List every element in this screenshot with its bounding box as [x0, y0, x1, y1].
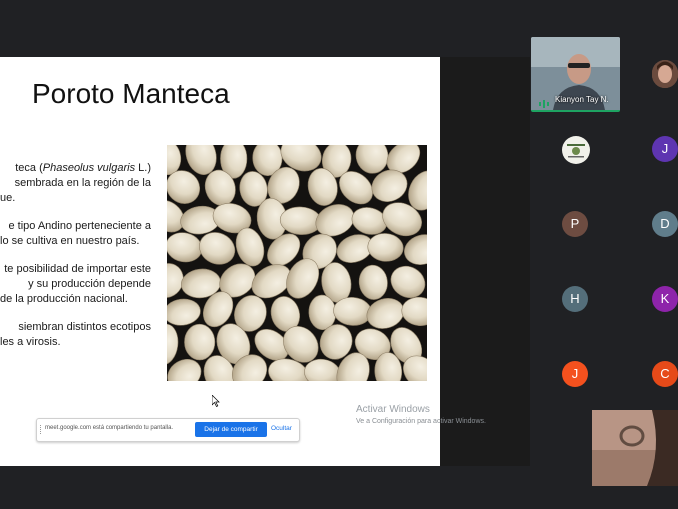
participant-avatar[interactable]: J — [562, 361, 588, 387]
mouse-cursor-icon — [211, 394, 220, 412]
avatar-letter: J — [571, 366, 579, 381]
speaker-name: Kianyon Tay N. — [555, 95, 609, 104]
beans-image — [167, 145, 427, 381]
slide-text-line: de la producción nacional. — [0, 293, 128, 305]
slide-text-line: lo se cultiva en nuestro país. — [0, 235, 140, 247]
slide-text-line: les a virosis. — [0, 336, 61, 348]
self-video-tile[interactable] — [592, 410, 678, 486]
speaker-tile[interactable]: Kianyon Tay N. — [531, 37, 620, 112]
avatar-letter: H — [570, 291, 580, 306]
participant-avatar[interactable]: P — [562, 211, 588, 237]
stage-dark-area — [440, 57, 530, 466]
avatar-letter: C — [660, 366, 670, 381]
participant-avatar[interactable]: C — [652, 361, 678, 387]
audio-level-icon — [539, 95, 549, 108]
screen-share-bar: meet.google.com está compartiendo tu pan… — [36, 418, 300, 442]
slide-text-fragment: teca ( — [15, 162, 43, 174]
stop-sharing-button[interactable]: Dejar de compartir — [195, 422, 267, 437]
slide-text-line: siembran distintos ecotipos — [18, 321, 151, 333]
participant-avatar[interactable]: K — [652, 286, 678, 312]
slide-text-line: teca (Phaseolus vulgaris L.) — [0, 162, 151, 174]
participant-avatar[interactable]: J — [652, 136, 678, 162]
activate-windows-title: Activar Windows — [356, 404, 430, 415]
organization-logo-avatar[interactable] — [562, 136, 590, 164]
slide-text-line: te posibilidad de importar este — [4, 263, 151, 275]
beans-photo — [167, 145, 427, 381]
avatar-letter: K — [660, 291, 670, 306]
slide-text-line: sembrada en la región de la — [14, 177, 151, 189]
share-notice-text: meet.google.com está compartiendo tu pan… — [45, 425, 174, 431]
participant-avatar[interactable]: H — [562, 286, 588, 312]
slide-text-fragment: L.) — [135, 162, 151, 174]
avatar-letter: D — [660, 216, 670, 231]
slide-text-line: ue. — [0, 192, 16, 204]
avatar-letter: J — [661, 141, 669, 156]
hide-button[interactable]: Ocultar — [271, 425, 292, 432]
self-video — [592, 410, 678, 486]
avatar-letter: P — [570, 216, 580, 231]
logo-icon — [563, 137, 589, 163]
bean — [184, 323, 216, 361]
slide-text-italic: Phaseolus vulgaris — [42, 162, 136, 174]
participant-avatar[interactable]: D — [652, 211, 678, 237]
slide-text-line: y su producción depende — [28, 278, 151, 290]
slide-title: Poroto Manteca — [32, 78, 230, 109]
slide-text-line: e tipo Andino perteneciente a — [8, 220, 151, 232]
drag-handle-icon[interactable] — [40, 425, 44, 434]
activate-windows-subtitle: Ve a Configuración para activar Windows. — [356, 418, 486, 425]
participant-video-thumb[interactable] — [652, 60, 678, 88]
